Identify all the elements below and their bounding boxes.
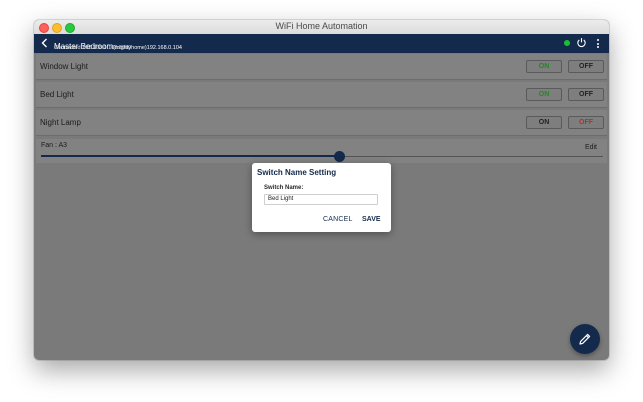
back-icon[interactable] [39,37,51,49]
connection-status: Connected 192.168.0.108:8080 [54,45,132,51]
switch-name-input[interactable]: Bed Light [264,194,378,205]
off-button[interactable]: OFF [568,88,604,101]
pencil-icon [579,333,591,345]
window-titlebar: WiFi Home Automation [34,20,609,35]
switch-name-dialog: Switch Name Setting Switch Name: Bed Lig… [252,163,391,232]
switch-name-label: Switch Name: [264,185,304,191]
switch-row: Bed Light ON OFF [36,82,607,108]
dialog-title: Switch Name Setting [257,168,337,177]
fan-slider-fill [41,155,339,157]
app-header: Master Bedroom(mightyhome)192.168.0.104 … [34,34,609,53]
edit-fab-button[interactable] [570,324,600,354]
switch-row: Window Light ON OFF [36,54,607,80]
more-menu-icon[interactable] [593,38,603,49]
on-button[interactable]: ON [526,88,562,101]
fan-control: Fan : A3 Edit [36,139,607,163]
window-title: WiFi Home Automation [275,21,368,31]
off-button[interactable]: OFF [568,116,604,129]
power-icon[interactable] [576,37,587,48]
off-button[interactable]: OFF [568,60,604,73]
save-button[interactable]: SAVE [362,216,381,223]
on-button[interactable]: ON [526,60,562,73]
app-window: WiFi Home Automation Master Bedroom(migh… [34,20,609,360]
on-button[interactable]: ON [526,116,562,129]
switch-label: Bed Light [40,90,74,99]
switch-label: Window Light [40,62,89,71]
fan-edit-button[interactable]: Edit [585,144,597,151]
fan-label: Fan : A3 [41,142,68,149]
connection-indicator [564,40,570,46]
switch-label: Night Lamp [40,118,81,127]
cancel-button[interactable]: CANCEL [323,216,353,223]
switch-row: Night Lamp ON OFF [36,110,607,136]
fan-slider-thumb[interactable] [333,151,345,162]
